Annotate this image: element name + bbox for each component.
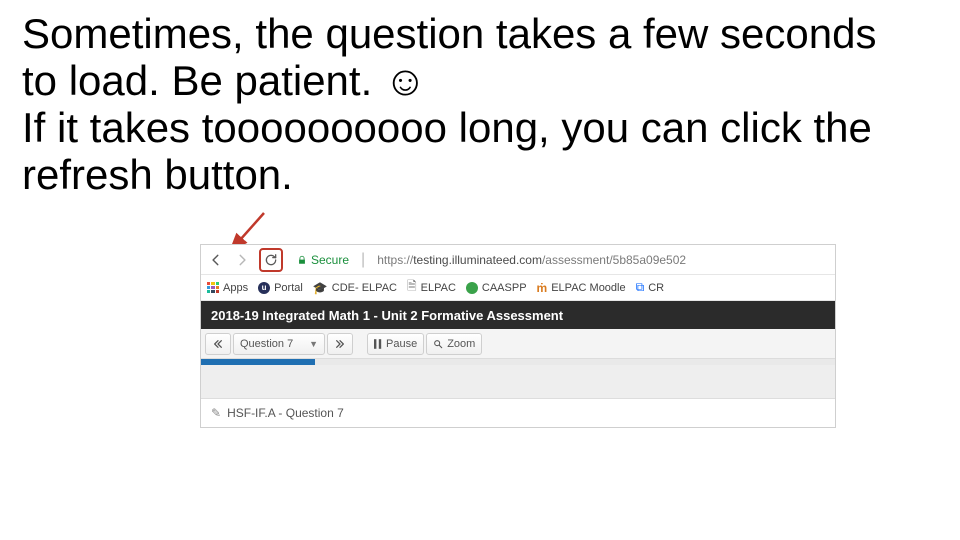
pause-icon [374,339,382,349]
refresh-icon [264,253,278,267]
bookmark-label: Apps [223,282,248,294]
arrow-left-icon [209,253,223,267]
bookmark-portal[interactable]: u Portal [258,282,303,294]
instruction-line-2: If it takes toooooooooo long, you can cl… [22,104,872,198]
content-loading-area [201,365,835,399]
graduation-cap-icon: 🎓 [313,281,328,295]
url-prefix: https:// [377,253,413,267]
address-divider: | [361,251,365,269]
question-label: Question 7 [240,338,293,350]
dropbox-icon: ⧉ [636,280,645,295]
bookmark-label: CDE- ELPAC [332,282,397,294]
question-header-row: ✎ HSF-IF.A - Question 7 [201,399,835,427]
zoom-label: Zoom [447,338,475,350]
assessment-toolbar: Question 7 ▼ Pause Zoom [201,329,835,359]
next-question-button[interactable] [327,333,353,355]
apps-icon [207,282,219,294]
assessment-title: 2018-19 Integrated Math 1 - Unit 2 Forma… [211,308,563,323]
pause-label: Pause [386,338,417,350]
caaspp-icon [466,282,478,294]
magnifier-icon [433,339,443,349]
moodle-icon: ṁ [537,281,548,295]
portal-icon: u [258,282,270,294]
bookmark-label: Portal [274,282,303,294]
bookmark-label: CR [648,282,664,294]
bookmark-caaspp[interactable]: CAASPP [466,282,527,294]
bookmark-apps[interactable]: Apps [207,282,248,294]
forward-button[interactable] [233,253,251,267]
browser-screenshot: Secure | https://testing.illuminateed.co… [200,244,836,428]
double-chevron-right-icon [334,339,346,349]
refresh-button[interactable] [259,248,283,272]
prev-question-button[interactable] [205,333,231,355]
question-selector[interactable]: Question 7 ▼ [233,333,325,355]
lock-icon [297,254,307,266]
instruction-text: Sometimes, the question takes a few seco… [22,10,922,198]
bookmark-cde-elpac[interactable]: 🎓 CDE- ELPAC [313,281,397,295]
caret-down-icon: ▼ [309,339,318,349]
secure-label: Secure [311,253,349,267]
question-header-text: HSF-IF.A - Question 7 [227,406,344,420]
back-button[interactable] [207,253,225,267]
assessment-title-bar: 2018-19 Integrated Math 1 - Unit 2 Forma… [201,301,835,329]
browser-nav-bar: Secure | https://testing.illuminateed.co… [201,245,835,275]
bookmark-elpac[interactable]: 🗎 ELPAC [407,277,456,298]
bookmark-elpac-moodle[interactable]: ṁ ELPAC Moodle [537,281,626,295]
document-icon: 🗎 [407,277,417,298]
url-path: /assessment/5b85a09e502 [542,253,686,267]
bookmark-label: CAASPP [482,282,527,294]
instruction-line-1: Sometimes, the question takes a few seco… [22,10,876,104]
secure-indicator: Secure [297,253,349,267]
arrow-right-icon [235,253,249,267]
address-bar[interactable]: https://testing.illuminateed.com/assessm… [377,253,686,267]
url-domain: testing.illuminateed.com [413,253,542,267]
double-chevron-left-icon [212,339,224,349]
bookmark-label: ELPAC Moodle [551,282,625,294]
bookmark-label: ELPAC [421,282,456,294]
bookmark-cr[interactable]: ⧉ CR [636,280,664,295]
zoom-button[interactable]: Zoom [426,333,482,355]
progress-bar [201,359,835,365]
bookmarks-bar: Apps u Portal 🎓 CDE- ELPAC 🗎 ELPAC CAASP… [201,275,835,301]
pencil-icon: ✎ [211,406,221,420]
pause-button[interactable]: Pause [367,333,424,355]
